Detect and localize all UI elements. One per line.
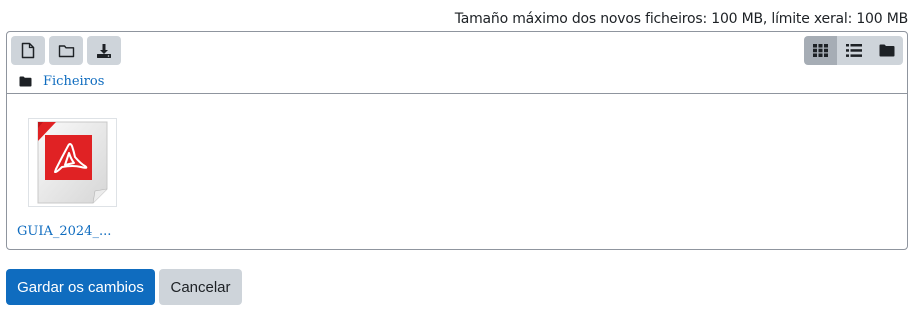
view-tree-button[interactable] [870,36,903,65]
save-changes-button[interactable]: Gardar os cambios [6,269,155,305]
breadcrumb: Ficheiros [19,72,104,90]
download-icon [97,43,111,58]
folder-icon [19,76,32,86]
upload-limits-text: Tamaño máximo dos novos ficheiros: 100 M… [454,11,908,27]
create-folder-button[interactable] [49,36,83,65]
grid-icon [813,44,828,57]
list-icon [845,44,862,57]
file-manager: Ficheiros GUIA_2024_... [6,31,908,250]
view-toggle-group [804,36,903,65]
add-file-button[interactable] [11,36,45,65]
cancel-button[interactable]: Cancelar [159,269,242,305]
file-manager-toolbar: Ficheiros [7,32,907,94]
view-icons-button[interactable] [804,36,837,65]
folder-icon [879,44,894,57]
file-name[interactable]: GUIA_2024_... [17,224,127,239]
folder-icon [58,44,74,57]
file-icon [21,42,35,59]
file-thumbnail [28,118,117,207]
download-button[interactable] [87,36,121,65]
breadcrumb-link-ficheiros[interactable]: Ficheiros [43,74,104,89]
pdf-icon [37,121,108,204]
file-item[interactable]: GUIA_2024_... [16,118,122,244]
view-list-button[interactable] [837,36,870,65]
